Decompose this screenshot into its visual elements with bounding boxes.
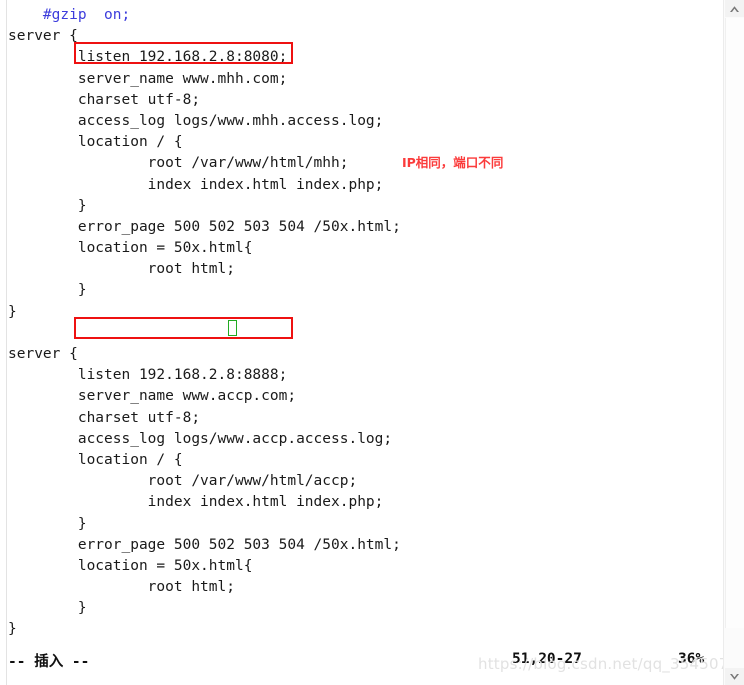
red-annotation-label: IP相同，端口不同	[402, 155, 504, 170]
code-line: }	[8, 196, 715, 217]
code-text: root /var/www/html/accp;	[8, 473, 358, 490]
code-text: access_log logs/www.accp.access.log;	[8, 430, 393, 447]
code-text: index index.html index.php;	[8, 176, 384, 193]
code-line: location / {	[8, 450, 715, 471]
code-text: }	[8, 600, 87, 617]
code-line: server {	[8, 26, 715, 47]
code-line: index index.html index.php;	[8, 492, 715, 513]
code-line: location = 50x.html{	[8, 556, 715, 577]
code-line: error_page 500 502 503 504 /50x.html;	[8, 217, 715, 238]
code-line: }	[8, 619, 715, 640]
code-line: charset utf-8;	[8, 90, 715, 111]
code-text: location / {	[8, 134, 183, 151]
code-line: }	[8, 280, 715, 301]
code-line: access_log logs/www.mhh.access.log;	[8, 111, 715, 132]
code-text: }	[8, 282, 87, 299]
vim-status-bar: -- 插入 -- 51,20-27 36%	[8, 650, 715, 676]
code-line: }	[8, 598, 715, 619]
code-line: index index.html index.php;	[8, 175, 715, 196]
scroll-up-arrow-icon[interactable]	[725, 0, 744, 17]
code-line: }	[8, 514, 715, 535]
code-text: }	[8, 303, 17, 320]
code-text: root html;	[8, 261, 235, 278]
code-text: }	[8, 197, 87, 214]
code-content[interactable]: #gzip on; server { listen 192.168.2.8:808…	[8, 0, 715, 649]
code-text: error_page 500 502 503 504 /50x.html;	[8, 536, 401, 553]
code-line: server_name www.mhh.com;	[8, 69, 715, 90]
code-line: root /var/www/html/accp;	[8, 471, 715, 492]
code-text: access_log logs/www.mhh.access.log;	[8, 112, 384, 129]
code-text: root html;	[8, 579, 235, 596]
code-line: error_page 500 502 503 504 /50x.html;	[8, 535, 715, 556]
status-cursor-position: 51,20-27	[512, 651, 582, 667]
code-text: listen 192.168.2.8:8888;	[8, 367, 288, 384]
code-line: server {	[8, 344, 715, 365]
code-text: server_name www.accp.com;	[8, 388, 297, 405]
code-line: listen 192.168.2.8:8080;	[8, 47, 715, 68]
code-line: location / {	[8, 132, 715, 153]
status-file-percent: 36%	[678, 651, 705, 667]
code-text: location = 50x.html{	[8, 557, 253, 574]
code-line: listen 192.168.2.8:8888;	[8, 365, 715, 386]
code-text: root /var/www/html/mhh;	[8, 155, 349, 172]
code-line: root html;	[8, 259, 715, 280]
code-line: location = 50x.html{	[8, 238, 715, 259]
code-text: charset utf-8;	[8, 91, 201, 108]
scrollbar-thumb[interactable]	[725, 18, 744, 628]
code-text: server {	[8, 28, 78, 45]
code-line: root /var/www/html/mhh;	[8, 153, 715, 174]
vertical-scrollbar[interactable]	[723, 0, 744, 685]
code-text: index index.html index.php;	[8, 494, 384, 511]
code-line: charset utf-8;	[8, 408, 715, 429]
code-line: root html;	[8, 577, 715, 598]
scroll-down-arrow-icon[interactable]	[725, 668, 744, 685]
code-text: listen 192.168.2.8:8080;	[8, 49, 288, 66]
status-mode-label: -- 插入 --	[8, 654, 90, 670]
code-text: location = 50x.html{	[8, 240, 253, 257]
code-text: server_name www.mhh.com;	[8, 70, 288, 87]
code-text: }	[8, 515, 87, 532]
code-line: access_log logs/www.accp.access.log;	[8, 429, 715, 450]
code-text: server {	[8, 346, 78, 362]
code-text: }	[8, 621, 17, 638]
code-text: error_page 500 502 503 504 /50x.html;	[8, 218, 401, 235]
code-line: server_name www.accp.com;	[8, 386, 715, 407]
window-left-border	[0, 0, 7, 685]
code-text: charset utf-8;	[8, 409, 201, 426]
code-line: }	[8, 302, 715, 323]
vim-editor-window: #gzip on; server { listen 192.168.2.8:808…	[0, 0, 744, 685]
code-comment: #gzip on;	[8, 7, 131, 23]
code-line: #gzip on;	[8, 5, 715, 26]
editor-text-area[interactable]: #gzip on; server { listen 192.168.2.8:808…	[8, 0, 715, 649]
code-text: location / {	[8, 451, 183, 468]
